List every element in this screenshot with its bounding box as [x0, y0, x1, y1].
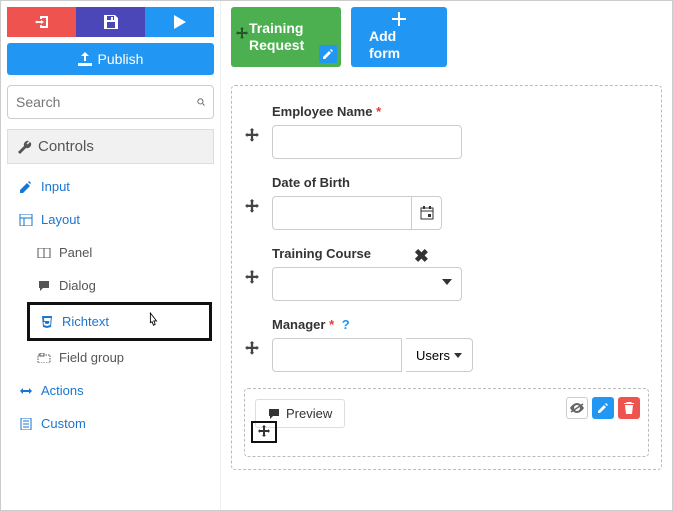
controls-header: Controls [7, 129, 214, 164]
move-icon [244, 199, 260, 215]
edit-button[interactable] [592, 397, 614, 419]
move-handle[interactable] [244, 199, 260, 215]
clear-button[interactable]: ✖ [414, 246, 429, 267]
dob-input[interactable] [272, 196, 412, 230]
field-label: Date of Birth [272, 175, 649, 190]
move-handle[interactable] [251, 421, 277, 443]
field-dob: Date of Birth [244, 175, 649, 230]
cursor-icon [146, 311, 168, 334]
custom-icon [19, 418, 33, 430]
users-picker-button[interactable]: Users [406, 338, 473, 372]
save-icon [104, 15, 118, 29]
comment-icon [268, 408, 280, 420]
richtext-preview-block: Preview [244, 388, 649, 457]
tree-richtext[interactable]: Richtext [27, 302, 212, 341]
calendar-icon [420, 206, 434, 220]
tree-layout[interactable]: Layout [9, 203, 212, 236]
search-icon [197, 95, 205, 109]
field-label: Employee Name * [272, 104, 649, 119]
richtext-icon [40, 316, 54, 328]
training-course-select[interactable] [272, 267, 462, 301]
field-label: Manager * ? [272, 317, 649, 332]
edit-icon [19, 181, 33, 193]
add-form-button[interactable]: Add form [351, 7, 447, 67]
tree-panel[interactable]: Panel [27, 236, 212, 269]
move-handle[interactable] [244, 270, 260, 286]
edit-tile-button[interactable] [319, 45, 337, 63]
help-icon[interactable]: ? [342, 317, 350, 332]
exit-icon [35, 16, 49, 28]
actions-icon [19, 386, 33, 396]
field-manager: Manager * ? Users [244, 317, 649, 372]
play-icon [174, 15, 186, 29]
pencil-icon [598, 403, 608, 413]
tile-label: Add form [369, 28, 429, 62]
tree-dialog[interactable]: Dialog [27, 269, 212, 302]
layout-icon [19, 214, 33, 226]
play-button[interactable] [145, 7, 214, 37]
eye-icon [570, 403, 584, 413]
wrench-icon [18, 140, 32, 154]
move-icon [244, 270, 260, 286]
move-icon [244, 128, 260, 144]
tree-actions[interactable]: Actions [9, 374, 212, 407]
tree-custom[interactable]: Custom [9, 407, 212, 440]
move-icon [257, 425, 271, 439]
form-tile-training-request[interactable]: Training Request [231, 7, 341, 67]
move-handle[interactable] [244, 128, 260, 144]
search-input[interactable] [16, 94, 197, 110]
pencil-icon [323, 49, 333, 59]
visibility-button[interactable] [566, 397, 588, 419]
dialog-icon [37, 280, 51, 292]
trash-icon [624, 402, 634, 414]
delete-button[interactable] [618, 397, 640, 419]
plus-icon [392, 12, 406, 26]
panel-icon [37, 248, 51, 258]
publish-label: Publish [98, 51, 144, 67]
employee-name-input[interactable] [272, 125, 462, 159]
search-box[interactable] [7, 85, 214, 119]
tree-fieldgroup[interactable]: Field group [27, 341, 212, 374]
chevron-down-icon [454, 353, 462, 358]
date-picker-button[interactable] [412, 196, 442, 230]
tile-label: Training Request [249, 20, 323, 54]
field-employee-name: Employee Name * [244, 104, 649, 159]
field-label: Training Course ✖ [272, 246, 649, 261]
upload-icon [78, 52, 92, 66]
move-icon [235, 27, 249, 41]
tree-input[interactable]: Input [9, 170, 212, 203]
publish-button[interactable]: Publish [7, 43, 214, 75]
save-button[interactable] [76, 7, 145, 37]
form-canvas: Employee Name * Date of Birth [231, 85, 662, 470]
move-handle[interactable] [244, 341, 260, 357]
exit-button[interactable] [7, 7, 76, 37]
field-training-course: Training Course ✖ [244, 246, 649, 301]
move-icon [244, 341, 260, 357]
manager-input[interactable] [272, 338, 402, 372]
fieldgroup-icon [37, 353, 51, 363]
